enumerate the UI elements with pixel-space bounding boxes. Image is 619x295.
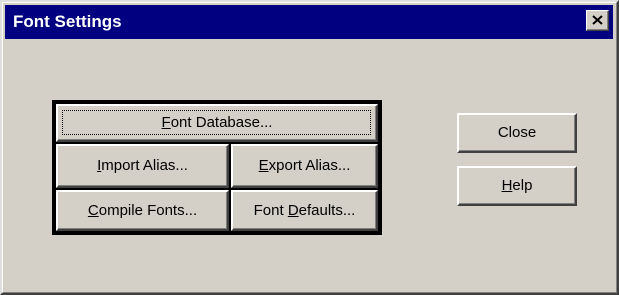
font-database-mnemonic: F (161, 114, 171, 131)
font-defaults-prefix: Font (253, 201, 288, 219)
import-alias-label: Import Alias... (58, 157, 227, 175)
dialog-title: Font Settings (13, 12, 122, 31)
titlebar-close-button[interactable] (586, 10, 609, 31)
help-button-label: Help (459, 177, 575, 195)
help-rest: elp (512, 177, 533, 194)
titlebar[interactable]: Font Settings (5, 5, 613, 39)
export-alias-button[interactable]: Export Alias... (231, 144, 378, 188)
compile-fonts-button[interactable]: Compile Fonts... (56, 190, 229, 231)
export-alias-mnemonic: E (258, 157, 269, 174)
close-button-label: Close (497, 124, 537, 141)
close-icon (592, 15, 603, 25)
font-database-label: Font Database... (58, 114, 376, 132)
help-mnemonic: H (501, 177, 513, 194)
help-button[interactable]: Help (457, 166, 577, 206)
font-defaults-rest: efaults... (298, 201, 356, 219)
import-alias-rest: mport Alias... (101, 157, 188, 174)
export-alias-label: Export Alias... (233, 157, 376, 175)
font-defaults-label: Font Defaults... (233, 202, 376, 220)
close-button[interactable]: Close (457, 113, 577, 153)
font-database-rest: ont Database... (170, 114, 273, 131)
font-settings-dialog: Font Settings Font Database... Import Al… (0, 0, 619, 295)
compile-fonts-rest: ompile Fonts... (98, 201, 198, 219)
font-defaults-mnemonic: D (287, 201, 299, 219)
font-database-button[interactable]: Font Database... (56, 104, 378, 142)
compile-fonts-label: Compile Fonts... (58, 202, 227, 220)
export-alias-rest: xport Alias... (268, 157, 351, 174)
import-alias-button[interactable]: Import Alias... (56, 144, 229, 188)
font-defaults-button[interactable]: Font Defaults... (231, 190, 378, 231)
compile-fonts-mnemonic: C (87, 201, 99, 219)
